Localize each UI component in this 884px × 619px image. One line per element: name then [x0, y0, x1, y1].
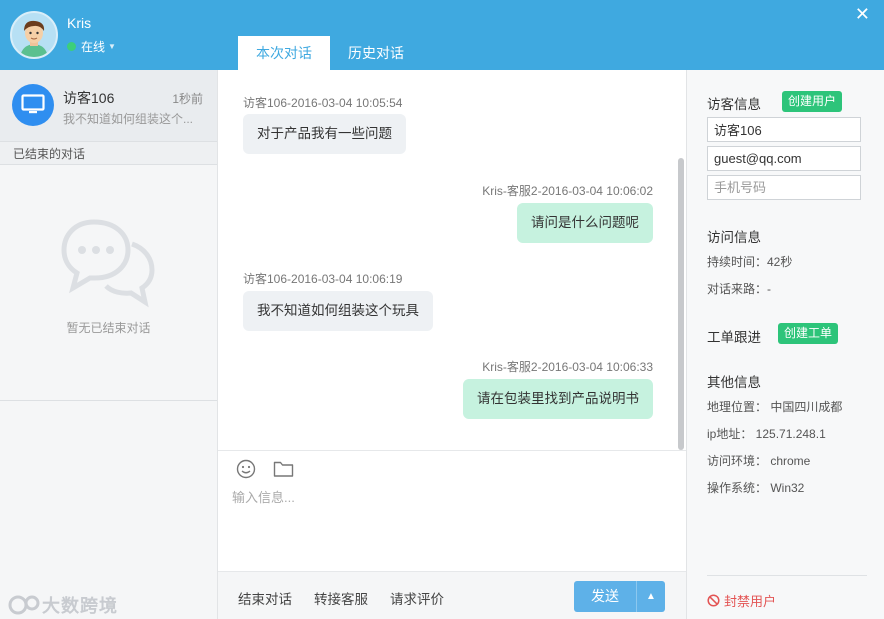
message-bubble-agent: 请问是什么问题呢 — [517, 203, 653, 243]
create-ticket-button[interactable]: 创建工单 — [778, 323, 839, 344]
watermark-icon — [8, 595, 40, 615]
emoji-icon[interactable] — [236, 459, 256, 479]
create-user-button[interactable]: 创建用户 — [782, 91, 843, 112]
chat-bubbles-icon — [61, 219, 155, 308]
message-meta: 访客106-2016-03-04 10:06:19 — [243, 272, 403, 286]
ticket-title: 工单跟进 — [707, 330, 761, 345]
ended-conversations-empty: 暂无已结束对话 — [0, 166, 217, 401]
end-conversation-button[interactable]: 结束对话 — [238, 588, 292, 608]
info-panel: 访客信息 创建用户 访问信息 持续时间：42秒 对话来路：- 工单跟进 创建工单… — [686, 70, 884, 619]
visitor-name-field[interactable] — [707, 117, 861, 142]
message-meta: 访客106-2016-03-04 10:05:54 — [243, 96, 403, 110]
message-meta: Kris-客服2-2016-03-04 10:06:33 — [482, 360, 653, 374]
chevron-up-icon[interactable]: ▲ — [636, 581, 665, 612]
browser-env: 访问环境： chrome — [707, 454, 811, 468]
message-input[interactable] — [232, 487, 672, 567]
ban-icon — [707, 594, 720, 607]
other-info-title: 其他信息 — [707, 375, 761, 390]
agent-avatar[interactable] — [10, 11, 58, 59]
ip-address: ip地址： 125.71.248.1 — [707, 427, 826, 441]
visit-duration: 持续时间：42秒 — [707, 255, 793, 269]
chat-scrollbar[interactable] — [678, 158, 684, 450]
ban-user-label: 封禁用户 — [724, 594, 777, 609]
composer — [218, 450, 686, 571]
message-bubble-visitor: 我不知道如何组装这个玩具 — [243, 291, 433, 331]
watermark-text: 大数跨境 — [42, 596, 118, 616]
visit-info-title: 访问信息 — [707, 230, 761, 245]
send-button[interactable]: 发送 — [574, 581, 636, 612]
ban-user-button[interactable]: 封禁用户 — [707, 591, 776, 610]
tab-current-conversation[interactable]: 本次对话 — [238, 36, 330, 70]
chat-messages: 访客106-2016-03-04 10:05:54 对于产品我有一些问题 Kri… — [218, 70, 686, 450]
request-rating-button[interactable]: 请求评价 — [390, 588, 444, 608]
desktop-icon — [12, 84, 54, 126]
transfer-agent-button[interactable]: 转接客服 — [314, 588, 368, 608]
message-bubble-visitor: 对于产品我有一些问题 — [243, 114, 406, 154]
conversation-preview: 我不知道如何组装这个... — [63, 112, 194, 126]
top-header: Kris 在线 ▼ ✕ 本次对话 历史对话 — [0, 0, 884, 70]
chevron-down-icon: ▼ — [108, 42, 116, 51]
close-icon[interactable]: ✕ — [855, 4, 870, 25]
visit-source: 对话来路：- — [707, 282, 771, 296]
watermark-logo: 大数跨境 — [8, 592, 118, 618]
ended-conversations-header: 已结束的对话 — [0, 141, 217, 165]
tab-history-conversation[interactable]: 历史对话 — [336, 36, 416, 70]
status-label: 在线 — [81, 40, 106, 54]
status-selector[interactable]: 在线 ▼ — [67, 38, 116, 55]
message-bubble-agent: 请在包装里找到产品说明书 — [463, 379, 653, 419]
divider — [707, 575, 867, 576]
message-meta: Kris-客服2-2016-03-04 10:06:02 — [482, 184, 653, 198]
folder-icon[interactable] — [273, 459, 294, 479]
conversation-visitor-name: 访客106 — [63, 90, 115, 106]
visitor-info-title: 访客信息 — [707, 97, 761, 112]
visitor-email-field[interactable] — [707, 146, 861, 171]
composer-actions: 结束对话 转接客服 请求评价 发送 ▲ — [218, 571, 686, 619]
agent-name: Kris — [67, 15, 92, 31]
conversation-sidebar: 访客106 1秒前 我不知道如何组装这个... 已结束的对话 暂无已结束对话 大… — [0, 70, 218, 619]
online-dot-icon — [67, 42, 76, 51]
operating-system: 操作系统： Win32 — [707, 481, 805, 495]
visitor-phone-field[interactable] — [707, 175, 861, 200]
geo-location: 地理位置： 中国四川成都 — [707, 400, 843, 414]
conversation-item[interactable]: 访客106 1秒前 我不知道如何组装这个... — [0, 70, 217, 141]
conversation-time: 1秒前 — [172, 92, 203, 106]
empty-state-text: 暂无已结束对话 — [66, 321, 151, 335]
